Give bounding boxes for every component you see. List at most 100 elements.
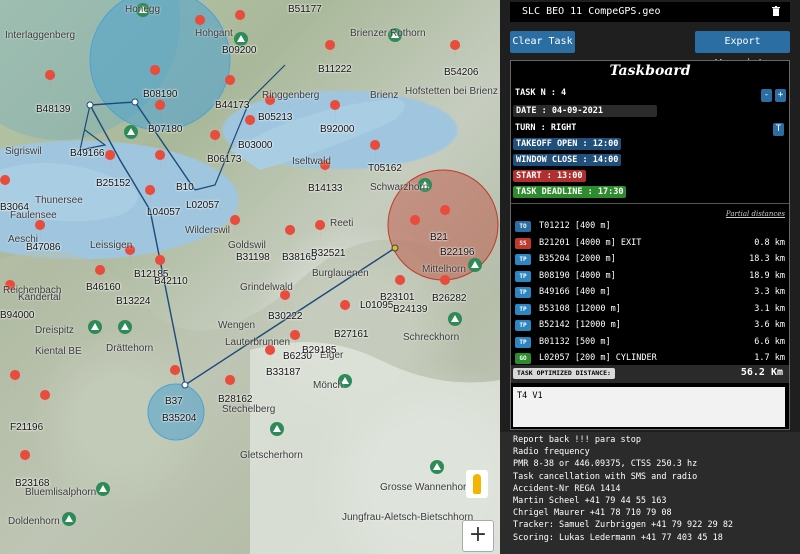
waypoint-label: B08190	[143, 89, 178, 100]
waypoint-label: B35204	[162, 413, 197, 424]
info-line: Tracker: Samuel Zurbriggen +41 79 922 29…	[513, 520, 734, 531]
peak-icon	[118, 320, 132, 334]
file-name: SLC BEO 11 CompeGPS.geo	[522, 6, 661, 17]
peak-icon	[270, 422, 284, 436]
place-label: Schreckhorn	[403, 332, 460, 343]
clear-task-button[interactable]: Clear Task	[510, 31, 575, 53]
waypoint-label: B24139	[393, 304, 428, 315]
trash-icon[interactable]	[772, 6, 780, 16]
turnpoint-row[interactable]: TP B49166 [400 m] 3.3 km	[515, 287, 785, 301]
peak-icon	[468, 258, 482, 272]
optimized-distance-value: 56.2 Km	[740, 367, 783, 378]
peak-icon	[430, 460, 444, 474]
divider	[511, 203, 789, 204]
waypoint-label: T05162	[368, 163, 402, 174]
place-label: Grosse Wannenhorn	[380, 482, 472, 493]
task-turn: TURN : RIGHT	[515, 123, 577, 133]
takeoff-open[interactable]: TAKEOFF OPEN : 12:00	[513, 138, 622, 150]
place-label: Schwarzhorn	[370, 182, 429, 193]
waypoint-label: B33187	[266, 367, 301, 378]
turnpoint-type-badge: TP	[515, 320, 531, 331]
map-view[interactable]: Honegg Interlaggenberg Hohgant Brienzer …	[0, 0, 500, 554]
zoom-in-button[interactable]: +	[462, 520, 494, 552]
place-label: Reichenbach	[3, 285, 62, 296]
waypoint-label: B37	[165, 396, 183, 407]
turnpoint-type-badge: TP	[515, 303, 531, 315]
place-label: Ringgenberg	[262, 90, 320, 101]
decrement-task-button[interactable]: -	[761, 89, 772, 102]
place-label: Grindelwald	[240, 282, 293, 293]
peak-icon	[88, 320, 102, 334]
task-panel: SLC BEO 11 CompeGPS.geo Clear Task Expor…	[500, 0, 800, 554]
peak-icon	[62, 512, 76, 526]
waypoint-label: B30222	[268, 311, 303, 322]
info-line: Chrigel Maurer +41 78 710 79 08	[513, 508, 672, 519]
waypoint-label: B47086	[26, 242, 61, 253]
place-label: Sigriswil	[5, 146, 42, 157]
waypoint-label: B94000	[0, 310, 35, 321]
turnpoint-distance: 3.3 km	[754, 287, 785, 297]
turnpoint-row[interactable]: TO T01212 [400 m]	[515, 221, 785, 235]
place-label: Stechelberg	[222, 404, 276, 415]
turnpoint-type-badge: TO	[515, 221, 531, 232]
task-deadline[interactable]: TASK DEADLINE : 17:30	[513, 186, 627, 198]
turnpoint-type-badge: GO	[515, 353, 531, 364]
task-number: TASK N : 4	[515, 88, 567, 98]
optimized-distance-bar: TASK OPTIMIZED DISTANCE: 56.2 Km	[511, 365, 789, 383]
waypoint-label: B51177	[288, 4, 322, 15]
place-label: Burglauenen	[312, 268, 369, 279]
waypoint-label: B14133	[308, 183, 343, 194]
waypoint-label: B44173	[215, 100, 250, 111]
waypoint-label: B05213	[258, 112, 293, 123]
turnpoint-row[interactable]: TP B52142 [12000 m] 3.6 km	[515, 320, 785, 334]
export-waypoints-button[interactable]: Export Waypoints	[695, 31, 790, 69]
turnpoint-row[interactable]: TP B08190 [4000 m] 18.9 km	[515, 270, 785, 285]
waypoint-label: F21196	[10, 422, 44, 433]
turnpoint-distance: 18.9 km	[749, 270, 785, 281]
place-label: Mönch	[313, 380, 344, 391]
info-line: Task cancellation with SMS and radio	[513, 471, 698, 482]
task-notes[interactable]: T4 V1	[513, 387, 785, 427]
waypoint-label: L04057	[147, 207, 181, 218]
waypoint-label: B27161	[334, 329, 369, 340]
place-label: Mittelhorn	[422, 264, 466, 275]
place-label: Leissigen	[90, 240, 133, 251]
place-label: Brienz	[370, 90, 399, 101]
place-label: Hohgant	[195, 28, 233, 39]
place-label: Gletscherhorn	[240, 450, 303, 461]
window-close[interactable]: WINDOW CLOSE : 14:00	[513, 154, 622, 166]
street-view-pegman-icon[interactable]	[466, 470, 488, 498]
optimized-distance-label: TASK OPTIMIZED DISTANCE:	[513, 368, 615, 379]
waypoint-label: B21	[430, 232, 448, 243]
info-line: Report back !!! para stop	[513, 435, 641, 445]
turnpoint-row[interactable]: TP B35204 [2000 m] 18.3 km	[515, 254, 785, 268]
task-date[interactable]: DATE : 04-09-2021	[513, 105, 657, 117]
turnpoint-row[interactable]: SS B21201 [4000 m] EXIT 0.8 km	[515, 237, 785, 252]
place-label: Interlaggenberg	[5, 30, 76, 41]
place-label: Jungfrau-Aletsch-Bietschhorn	[342, 512, 474, 523]
taskboard: Taskboard TASK N : 4 - + DATE : 04-09-20…	[510, 60, 790, 430]
turnpoint-name: B49166 [400 m]	[539, 287, 611, 297]
info-line: Radio frequency	[513, 447, 590, 458]
turnpoint-name: T01212 [400 m]	[539, 221, 611, 231]
map-overlay	[0, 0, 500, 554]
waypoint-label: B42110	[154, 276, 188, 287]
turnpoint-row[interactable]: TP B01132 [500 m] 6.6 km	[515, 336, 785, 351]
place-label: Hofstetten bei Brienz	[405, 86, 498, 97]
peak-icon	[234, 32, 248, 46]
turn-toggle-button[interactable]: T	[773, 123, 784, 136]
place-label: Wengen	[218, 320, 256, 331]
turnpoint-distance: 0.8 km	[754, 237, 785, 248]
turnpoint-row[interactable]: TP B53108 [12000 m] 3.1 km	[515, 303, 785, 318]
turnpoint-type-badge: SS	[515, 237, 531, 249]
peak-icon	[448, 312, 462, 326]
start-time[interactable]: START : 13:00	[513, 170, 586, 182]
waypoint-label: L02057	[186, 200, 220, 211]
place-label: Iseltwald	[292, 156, 331, 167]
place-label: Kiental BE	[35, 346, 82, 357]
place-label: Dreispitz	[35, 325, 74, 336]
waypoint-label: B11222	[318, 64, 352, 75]
increment-task-button[interactable]: +	[775, 89, 786, 102]
waypoint-label: B23168	[15, 478, 50, 489]
waypoint-label: B26282	[432, 293, 467, 304]
